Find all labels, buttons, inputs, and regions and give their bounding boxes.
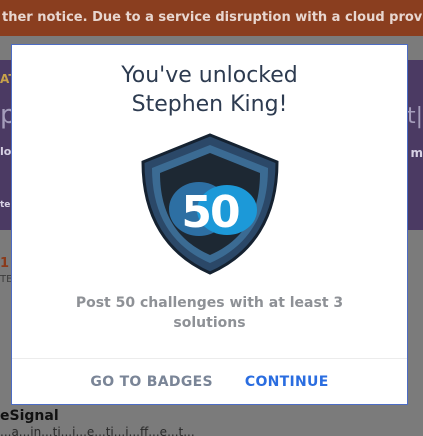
badge-shield-icon: 50 — [135, 129, 285, 279]
background-fragment: m — [410, 146, 423, 160]
continue-button[interactable]: CONTINUE — [245, 368, 329, 396]
background-fragment: 1 — [0, 256, 10, 271]
modal-title-line1: You've unlocked — [121, 63, 298, 88]
badge-description: Post 50 challenges with at least 3 solut… — [75, 295, 344, 331]
badge-number: 50 — [181, 187, 239, 238]
modal-actions: GO TO BADGES CONTINUE — [12, 359, 407, 405]
background-fragment: lo — [0, 145, 12, 158]
go-to-badges-button[interactable]: GO TO BADGES — [90, 368, 212, 396]
page: ther notice. Due to a service disruption… — [0, 0, 423, 436]
service-notice-banner: ther notice. Due to a service disruption… — [0, 0, 423, 36]
background-heading: eSignal — [0, 408, 59, 424]
background-fragment: t| — [406, 104, 423, 129]
background-text: ...a...in...ti...i...e...ti...i...ff...e… — [0, 425, 195, 436]
background-fragment: te — [0, 200, 11, 210]
modal-title: You've unlocked Stephen King! — [32, 61, 387, 119]
badge-unlocked-modal: You've unlocked Stephen King! 50 Post 50… — [11, 44, 408, 405]
modal-title-line2: Stephen King! — [131, 92, 288, 117]
